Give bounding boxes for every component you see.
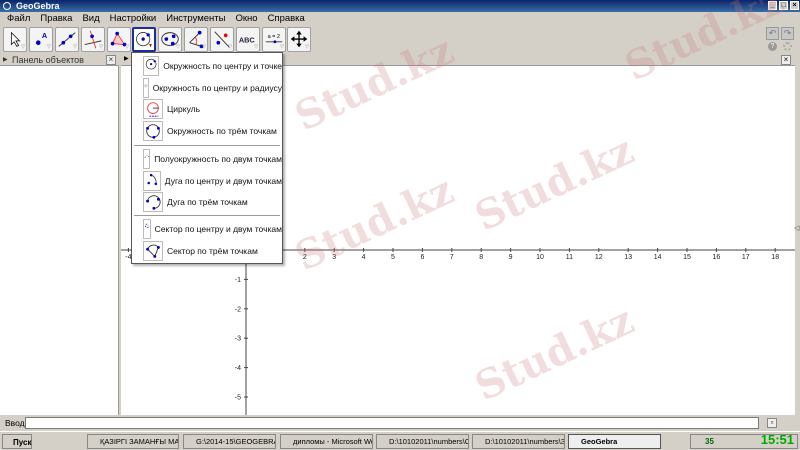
taskbar: Пуск ҚАЗІРГІ ЗАМАНҒЫ МАТ... G:\2014-15\G… <box>0 431 800 450</box>
arc-center-icon <box>143 171 161 191</box>
circle-center-point-icon <box>143 56 160 76</box>
menu-item-sector-center[interactable]: Сектор по центру и двум точкам <box>132 218 282 240</box>
x-tick-label: 4 <box>362 254 366 261</box>
gear-icon[interactable] <box>783 42 792 51</box>
clock: 15:51 <box>760 432 794 447</box>
x-tick-label: 18 <box>771 254 779 261</box>
x-tick-label: 3 <box>332 254 336 261</box>
separator <box>134 215 280 216</box>
menu-item-circle-three-points[interactable]: Окружность по трём точкам <box>132 120 282 142</box>
taskbar-item[interactable]: ҚАЗІРГІ ЗАМАНҒЫ МАТ... <box>87 434 179 449</box>
taskbar-item[interactable]: G:\2014-15\GEOGEBRA <box>183 434 276 449</box>
close-graphics-button[interactable]: × <box>781 55 791 65</box>
window-title: GeoGebra <box>16 1 60 11</box>
triangle-right-icon[interactable]: ▶ <box>3 54 8 66</box>
menu-item-semicircle[interactable]: Полуокружность по двум точкам <box>132 148 282 170</box>
collapse-arrow-icon[interactable]: ◁ <box>794 224 799 232</box>
x-tick-label: 14 <box>654 254 662 261</box>
taskbar-item[interactable]: дипломы - Microsoft Wo... <box>280 434 373 449</box>
arc-three-points-icon <box>143 192 163 212</box>
y-tick-label: -4 <box>235 365 241 372</box>
svg-text:ABC: ABC <box>239 36 256 45</box>
taskbar-item-active[interactable]: GeoGebra <box>568 434 661 449</box>
menu-item-circle-center-radius[interactable]: Окружность по центру и радиусу <box>132 77 282 99</box>
close-panel-button[interactable]: × <box>106 55 116 65</box>
system-tray: 35 15:51 <box>690 432 798 449</box>
x-tick-label: 12 <box>595 254 603 261</box>
x-tick-label: 7 <box>450 254 454 261</box>
close-button[interactable]: × <box>790 1 799 10</box>
menu-help[interactable]: Справка <box>263 12 310 26</box>
menu-item-arc-center[interactable]: Дуга по центру и двум точкам <box>132 170 282 192</box>
triangle-right-icon[interactable]: ▶ <box>124 55 129 62</box>
x-tick-label: 11 <box>566 254 573 261</box>
algebra-panel-header: ▶ Панель объектов × <box>0 54 119 66</box>
x-tick-label: 5 <box>391 254 395 261</box>
tool-text[interactable]: ABC ▽ <box>236 27 260 52</box>
tool-point[interactable]: A ▽ <box>29 27 53 52</box>
menu-item-circle-center-point[interactable]: Окружность по центру и точке <box>132 55 282 77</box>
input-field[interactable] <box>25 417 759 429</box>
sector-three-points-icon <box>143 241 163 261</box>
tool-reflect[interactable]: ▽ <box>210 27 234 52</box>
y-tick-label: -3 <box>235 336 241 343</box>
circle-tools-dropdown: Окружность по центру и точке Окружность … <box>131 52 283 264</box>
x-tick-label: 10 <box>536 254 544 261</box>
undo-button[interactable]: ↶ <box>766 27 779 40</box>
tool-conic[interactable]: ▽ <box>158 27 182 52</box>
compass-icon <box>143 99 163 119</box>
svg-text:a = 2: a = 2 <box>268 34 280 40</box>
menu-view[interactable]: Вид <box>77 12 104 26</box>
x-tick-label: 13 <box>624 254 632 261</box>
menu-window[interactable]: Окно <box>230 12 262 26</box>
tool-polygon[interactable]: ▽ <box>107 27 131 52</box>
x-tick-label: 15 <box>683 254 691 261</box>
minimize-button[interactable]: _ <box>768 1 777 10</box>
tool-move-view[interactable]: ▽ <box>287 27 311 52</box>
menu-edit[interactable]: Правка <box>35 12 77 26</box>
redo-button[interactable]: ↷ <box>781 27 794 40</box>
taskbar-item[interactable]: D:\10102011\numbers\З... <box>472 434 565 449</box>
y-tick-label: -5 <box>235 395 241 402</box>
sector-center-icon <box>143 219 151 239</box>
tool-circle[interactable]: ▼ <box>132 27 156 52</box>
tool-slider[interactable]: a = 2 ▽ <box>262 27 286 52</box>
x-tick-label: 9 <box>509 254 513 261</box>
circle-center-radius-icon <box>143 78 149 98</box>
x-tick-label: 8 <box>479 254 483 261</box>
tool-move[interactable]: ▽ <box>3 27 27 52</box>
tool-angle[interactable]: ▽ <box>184 27 208 52</box>
menu-tools[interactable]: Инструменты <box>161 12 230 26</box>
tool-perpendicular[interactable]: ▽ <box>81 27 105 52</box>
input-help-button[interactable]: ▫ <box>767 418 777 428</box>
menu-file[interactable]: Файл <box>2 12 35 26</box>
y-tick-label: -1 <box>235 277 241 284</box>
x-tick-label: 6 <box>420 254 424 261</box>
circle-three-points-icon <box>143 121 163 141</box>
geogebra-logo-icon <box>3 2 11 10</box>
start-button[interactable]: Пуск <box>2 434 32 449</box>
menu-item-sector-three-points[interactable]: Сектор по трём точкам <box>132 240 282 262</box>
algebra-panel-title: Панель объектов <box>12 55 84 65</box>
taskbar-item[interactable]: D:\10102011\numbers\C... <box>376 434 469 449</box>
algebra-panel <box>0 54 119 415</box>
menu-item-arc-three-points[interactable]: Дуга по трём точкам <box>132 191 282 213</box>
svg-text:A: A <box>42 31 48 40</box>
x-tick-label: 2 <box>303 254 307 261</box>
menu-settings[interactable]: Настройки <box>105 12 162 26</box>
x-tick-label: 16 <box>713 254 721 261</box>
separator <box>134 145 280 146</box>
maximize-button[interactable]: □ <box>779 1 788 10</box>
semicircle-icon <box>143 149 151 169</box>
help-icon[interactable]: ? <box>768 42 777 51</box>
menu-item-compass[interactable]: Циркуль <box>132 98 282 120</box>
tool-line[interactable]: ▽ <box>55 27 79 52</box>
input-label: Ввод: <box>5 418 27 428</box>
title-bar: GeoGebra _ □ × <box>0 0 800 12</box>
x-tick-label: 17 <box>742 254 750 261</box>
menu-bar: Файл Правка Вид Настройки Инструменты Ок… <box>0 12 800 26</box>
y-tick-label: -2 <box>235 306 241 313</box>
tray-number: 35 <box>705 437 714 446</box>
input-bar: Ввод: ▫ <box>0 416 800 430</box>
